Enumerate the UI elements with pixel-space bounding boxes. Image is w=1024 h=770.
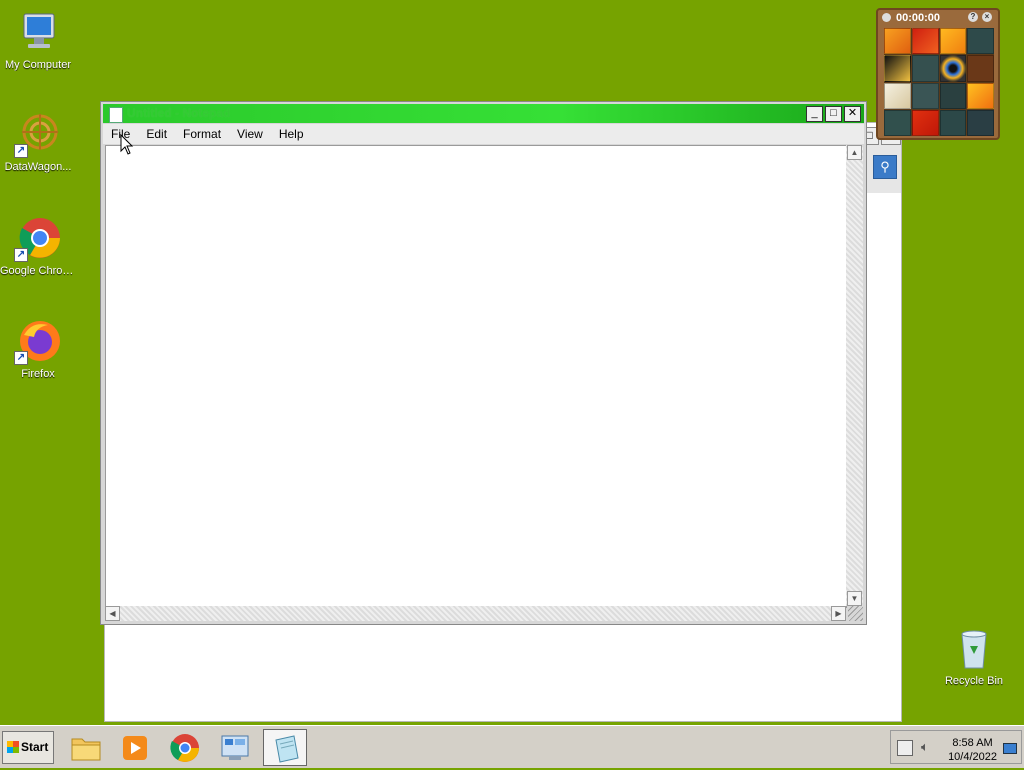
puzzle-gadget[interactable]: 00:00:00 ? × [876, 8, 1000, 140]
gadget-header: 00:00:00 ? × [882, 12, 994, 26]
puzzle-tile[interactable] [939, 28, 967, 55]
desktop-icon-label: DataWagon... [4, 161, 72, 173]
puzzle-tile[interactable] [967, 82, 994, 109]
desktop-icon-recycle-bin[interactable]: Recycle Bin [936, 624, 1012, 687]
puzzle-tile[interactable] [911, 28, 939, 55]
volume-icon[interactable]: 🔈︎ [921, 739, 929, 755]
recycle-bin-icon [950, 624, 998, 672]
puzzle-tile[interactable] [967, 28, 994, 55]
desktop-icon-google-chrome[interactable]: ↗ Google Chrome [0, 214, 76, 277]
puzzle-tile[interactable] [939, 55, 967, 82]
computer-icon [14, 8, 62, 56]
windows-logo-icon [7, 741, 19, 753]
puzzle-tile[interactable] [911, 82, 939, 109]
gadget-menu-icon[interactable] [882, 13, 891, 22]
gadget-timer: 00:00:00 [896, 12, 941, 24]
minimize-icon[interactable]: _ [806, 106, 823, 122]
puzzle-tile[interactable] [911, 55, 939, 82]
horizontal-scrollbar[interactable]: ◀ ▶ [105, 606, 846, 621]
mouse-cursor-icon [120, 133, 134, 159]
puzzle-tile[interactable] [967, 109, 994, 136]
menu-format[interactable]: Format [175, 124, 229, 144]
puzzle-tile[interactable] [939, 82, 967, 109]
clock-date: 10/4/2022 [948, 751, 997, 763]
system-tray: 🔈︎ 8:58 AM 10/4/2022 [890, 730, 1022, 764]
clock-time: 8:58 AM [952, 737, 993, 749]
taskbar-chrome[interactable] [163, 729, 207, 766]
media-player-icon [123, 736, 147, 760]
shortcut-arrow-icon: ↗ [14, 248, 28, 262]
puzzle-tile[interactable] [884, 55, 911, 82]
desktop-icon-label: Recycle Bin [944, 675, 1004, 687]
menu-view[interactable]: View [229, 124, 271, 144]
menu-help[interactable]: Help [271, 124, 312, 144]
desktop-icon-label: Google Chrome [0, 265, 76, 277]
window-controls: _ □ ✕ [806, 106, 861, 122]
scroll-left-icon[interactable]: ◀ [105, 606, 120, 621]
menu-edit[interactable]: Edit [138, 124, 175, 144]
desktop-icon-label: Firefox [21, 368, 55, 380]
search-icon[interactable]: ⚲ [873, 155, 897, 179]
puzzle-tile[interactable] [939, 109, 967, 136]
vertical-scrollbar[interactable]: ▲ ▼ [846, 145, 863, 606]
scroll-down-icon[interactable]: ▼ [847, 591, 862, 606]
puzzle-tile[interactable] [911, 109, 939, 136]
resize-grip-icon[interactable] [848, 606, 863, 621]
notepad-titlebar[interactable]: Untitled - Notepad _ □ ✕ [103, 104, 864, 123]
notepad-icon [275, 735, 299, 763]
close-icon[interactable]: × [982, 12, 992, 22]
datawagon-icon: ↗ [14, 110, 62, 158]
menu-bar: File Edit Format View Help [103, 124, 864, 144]
close-icon[interactable]: ✕ [844, 106, 861, 122]
taskbar-file-explorer[interactable] [64, 729, 108, 766]
clock[interactable]: 8:58 AM 10/4/2022 [948, 736, 997, 764]
puzzle-tile[interactable] [967, 55, 994, 82]
start-button[interactable]: Start [2, 731, 54, 764]
scroll-up-icon[interactable]: ▲ [847, 145, 862, 160]
desktop-icon-my-computer[interactable]: My Computer [0, 8, 76, 71]
scroll-right-icon[interactable]: ▶ [831, 606, 846, 621]
puzzle-tiles [884, 28, 994, 136]
taskbar-notepad[interactable] [263, 729, 307, 766]
chrome-icon [170, 734, 199, 762]
desktop-icon-label: My Computer [4, 59, 72, 71]
folder-icon [71, 738, 101, 761]
taskbar: Start 🔈︎ 8:58 AM 10/4/2022 [0, 725, 1024, 768]
puzzle-tile[interactable] [884, 109, 911, 136]
desktop-icon-datawagon[interactable]: ↗ DataWagon... [0, 110, 76, 173]
network-icon[interactable] [897, 740, 913, 756]
desktop-icon-firefox[interactable]: ↗ Firefox [0, 317, 76, 380]
puzzle-tile[interactable] [884, 28, 911, 55]
taskbar-control-panel[interactable] [213, 729, 257, 766]
control-panel-icon [221, 735, 249, 760]
show-desktop-icon[interactable] [1003, 743, 1017, 754]
help-icon[interactable]: ? [968, 12, 978, 22]
notepad-window[interactable]: Untitled - Notepad _ □ ✕ File Edit Forma… [100, 101, 867, 625]
notepad-icon [109, 107, 123, 123]
shortcut-arrow-icon: ↗ [14, 144, 28, 158]
text-editor-area[interactable] [105, 145, 847, 608]
firefox-icon: ↗ [14, 317, 62, 365]
taskbar-media-player[interactable] [113, 729, 157, 766]
chrome-icon: ↗ [14, 214, 62, 262]
start-label: Start [21, 740, 49, 754]
puzzle-tile[interactable] [884, 82, 911, 109]
maximize-icon[interactable]: □ [825, 106, 842, 122]
window-title: Untitled - Notepad [127, 106, 231, 120]
shortcut-arrow-icon: ↗ [14, 351, 28, 365]
